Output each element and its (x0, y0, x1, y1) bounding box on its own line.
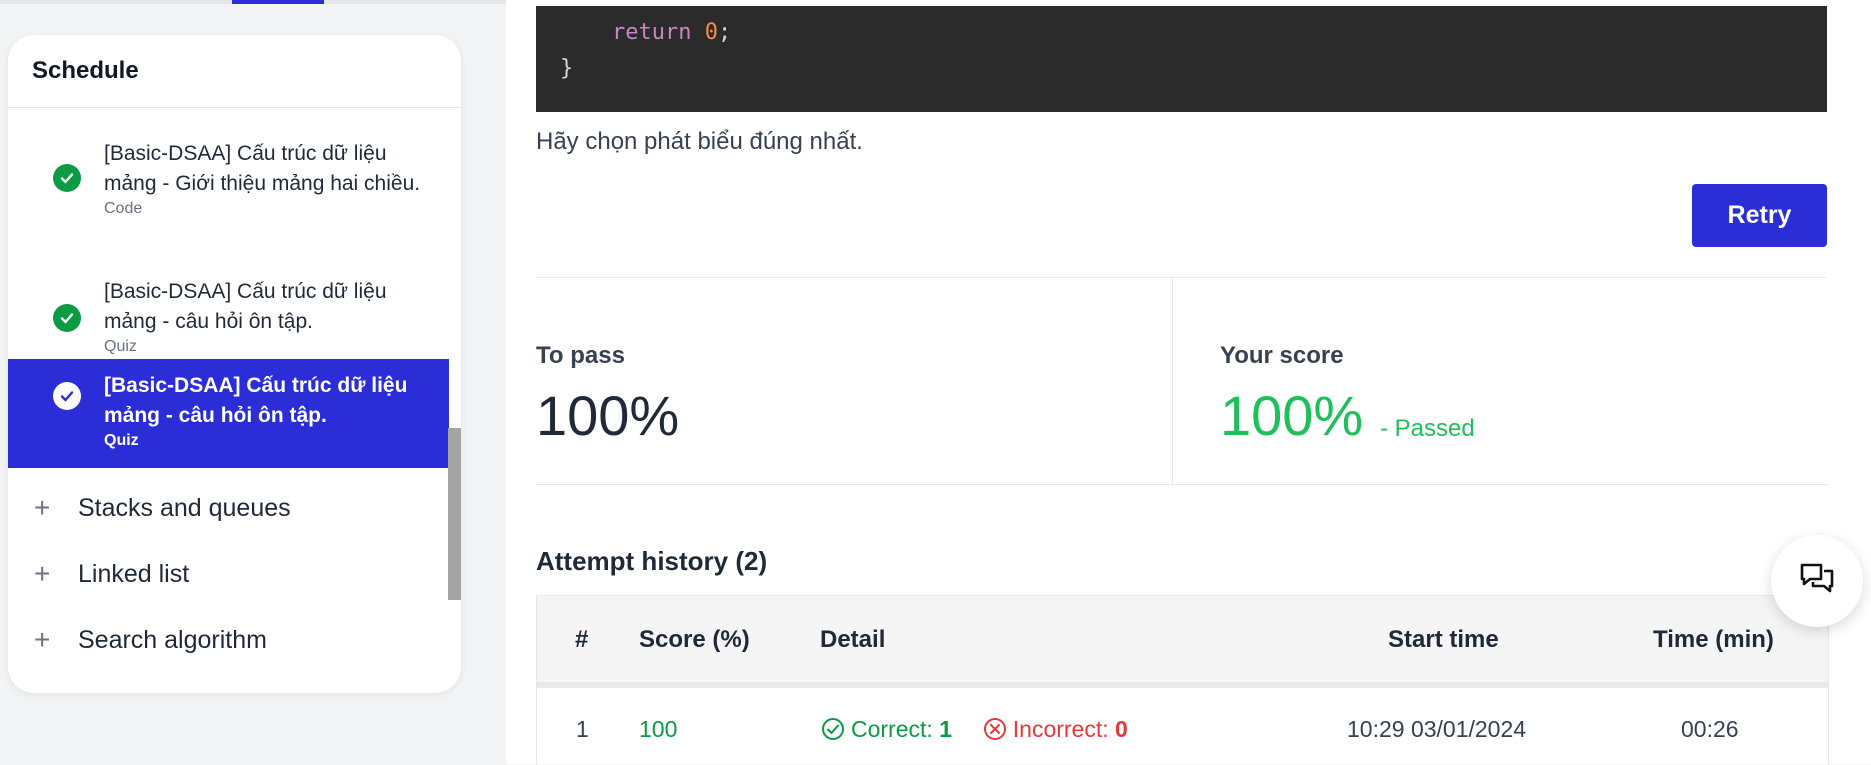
to-pass-value: 100% (536, 384, 680, 447)
code-line-brace: } (560, 56, 574, 81)
chat-button[interactable] (1771, 535, 1863, 627)
x-circle-icon (983, 717, 1007, 747)
plus-icon: + (34, 558, 51, 589)
active-tab-indicator (232, 0, 324, 4)
code-line-return: return 0; (612, 20, 732, 45)
lesson-title: [Basic-DSAA] Cấu trúc dữ liệu mảng - câu… (104, 374, 408, 427)
your-score-value: 100% (1220, 384, 1364, 447)
incorrect-count: 0 (1115, 716, 1128, 742)
row-duration: 00:26 (1681, 716, 1739, 742)
lesson-type: Quiz (104, 432, 139, 449)
section-search-algorithm[interactable]: + Search algorithm (34, 624, 267, 656)
score-status: - Passed (1380, 415, 1475, 442)
col-time: Time (min) (1653, 626, 1774, 653)
incorrect-label: Incorrect: (1012, 716, 1109, 742)
row-detail: Correct: 1 Incorrect: 0 (821, 716, 1128, 747)
sidebar-scrollbar-thumb[interactable] (448, 428, 461, 600)
lesson-title: [Basic-DSAA] Cấu trúc dữ liệu mảng - Giớ… (104, 142, 421, 195)
plus-icon: + (34, 624, 51, 655)
check-outline-icon (821, 717, 845, 747)
your-score-label: Your score (1220, 342, 1344, 369)
chat-icon (1797, 559, 1837, 604)
section-linked-list[interactable]: + Linked list (34, 558, 189, 590)
score-summary (536, 277, 1827, 485)
plus-icon: + (34, 492, 51, 523)
to-pass-label: To pass (536, 342, 625, 369)
lesson-item-1[interactable]: [Basic-DSAA] Cấu trúc dữ liệu mảng - Giớ… (8, 125, 449, 265)
correct-label: Correct: (851, 716, 933, 742)
score-divider (1172, 277, 1173, 484)
retry-button[interactable]: Retry (1692, 184, 1827, 247)
lesson-item-3-active[interactable]: [Basic-DSAA] Cấu trúc dữ liệu mảng - câu… (8, 359, 449, 468)
col-score: Score (%) (639, 626, 750, 653)
check-circle-icon (53, 164, 81, 192)
row-index: 1 (576, 716, 589, 742)
sidebar-title: Schedule (32, 57, 139, 84)
col-start-time: Start time (1388, 626, 1499, 653)
section-label: Linked list (78, 560, 190, 588)
col-detail: Detail (820, 626, 886, 653)
row-start-time: 10:29 03/01/2024 (1347, 716, 1527, 742)
lesson-type: Code (104, 200, 143, 217)
schedule-sidebar: Schedule [Basic-DSAA] Cấu trúc dữ liệu m… (8, 35, 461, 693)
check-circle-icon (53, 304, 81, 332)
code-block: return 0; } (536, 6, 1827, 112)
section-label: Search algorithm (78, 626, 267, 654)
correct-count: 1 (939, 716, 952, 742)
attempt-history-table: # Score (%) Detail Start time Time (min)… (536, 595, 1829, 765)
question-text: Hãy chọn phát biểu đúng nhất. (536, 128, 863, 155)
table-header: # Score (%) Detail Start time Time (min) (537, 596, 1828, 688)
section-stacks-and-queues[interactable]: + Stacks and queues (34, 492, 291, 524)
row-score: 100 (639, 716, 678, 742)
sidebar-divider (8, 107, 461, 108)
lesson-title: [Basic-DSAA] Cấu trúc dữ liệu mảng - câu… (104, 280, 387, 333)
col-index: # (575, 626, 589, 653)
lesson-type: Quiz (104, 338, 137, 355)
check-circle-icon (53, 382, 81, 410)
section-label: Stacks and queues (78, 494, 291, 522)
attempt-history-title: Attempt history (2) (536, 546, 768, 576)
